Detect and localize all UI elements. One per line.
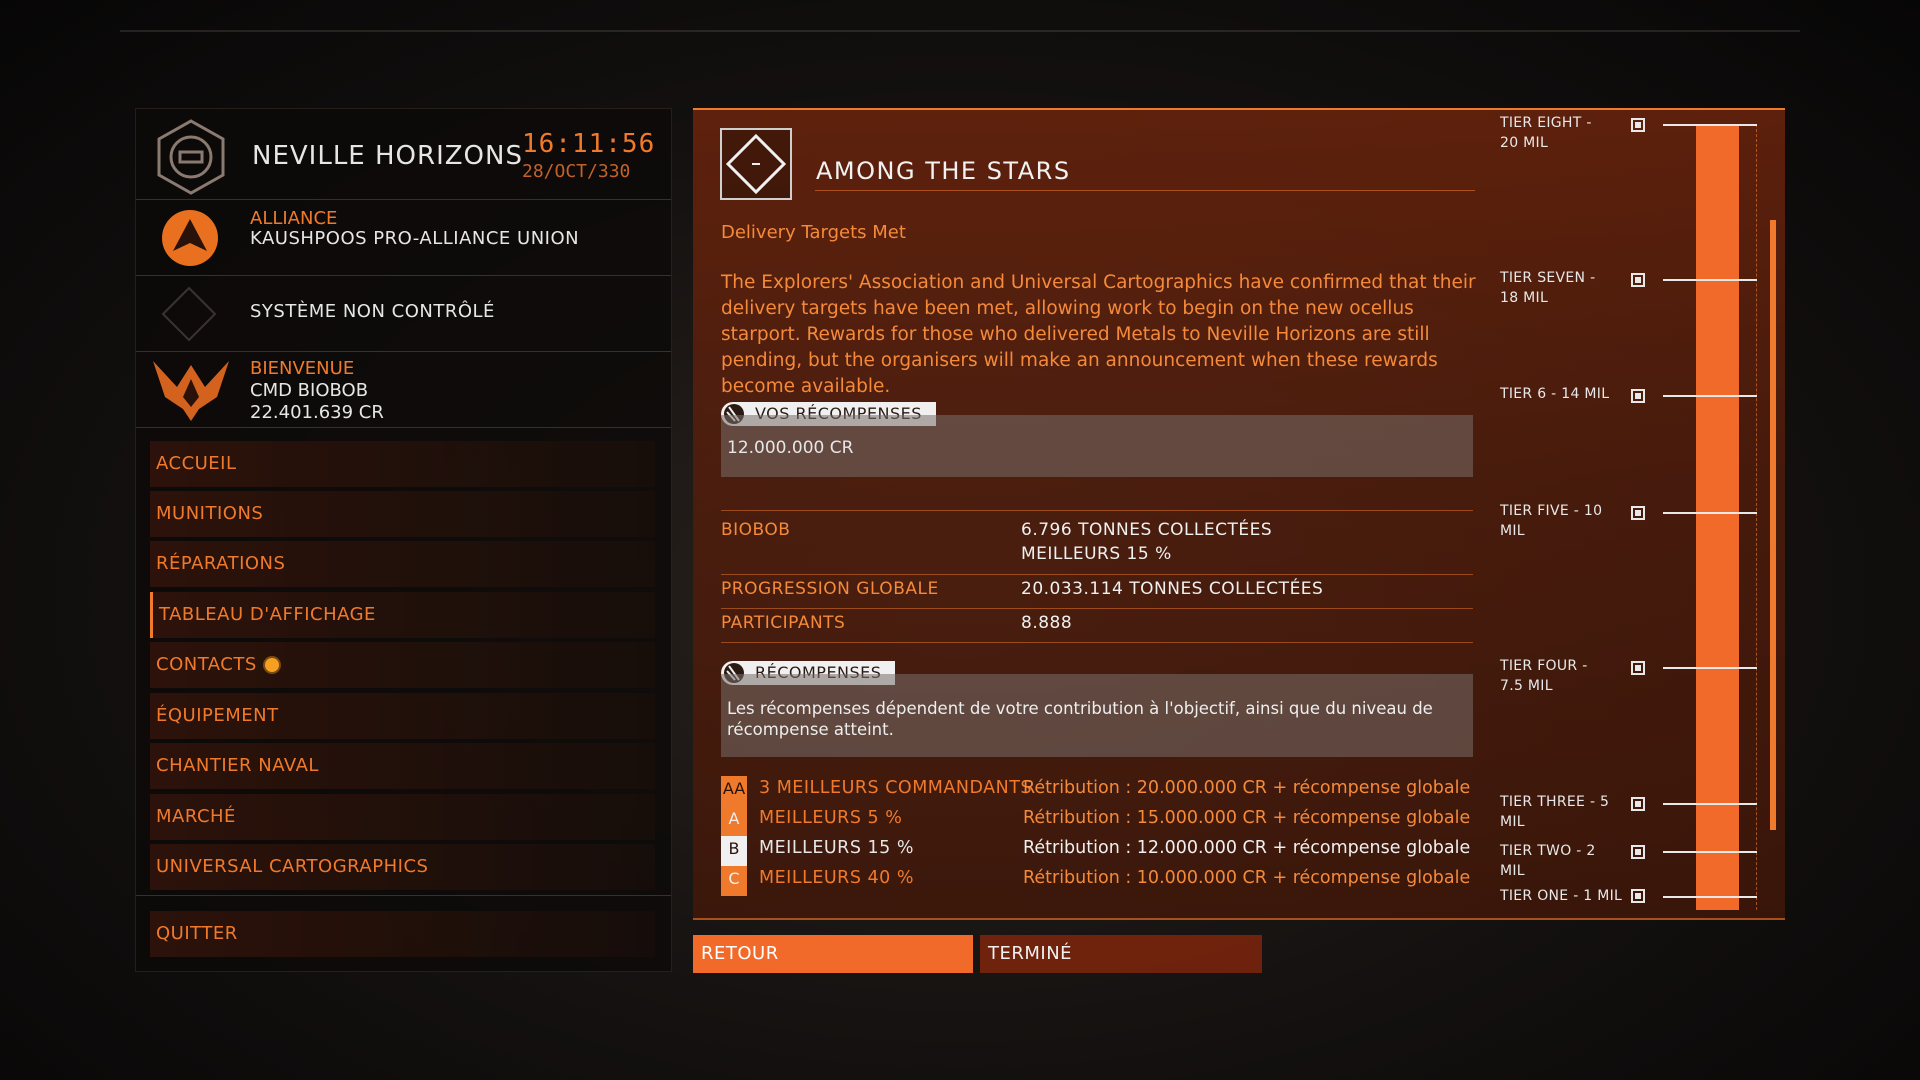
rank-label: MEILLEURS 40 % [759, 868, 914, 888]
stat-row-global: PROGRESSION GLOBALE 20.033.114 TONNES CO… [721, 576, 1473, 609]
tier-marker [1663, 279, 1757, 281]
menu-item-equipement[interactable]: ÉQUIPEMENT [150, 693, 655, 739]
tier-label: TIER FIVE - 10 MIL [1500, 503, 1603, 539]
mission-description: The Explorers' Association and Universal… [721, 272, 1476, 397]
rank-reward: Rétribution : 12.000.000 CR + récompense… [1023, 838, 1471, 858]
rank-reward: Rétribution : 10.000.000 CR + récompense… [1023, 868, 1471, 888]
menu-item-contacts[interactable]: CONTACTS [150, 642, 655, 688]
tier-reward-icon [1631, 273, 1645, 287]
rank-badge: A [721, 806, 747, 836]
stat-value: 6.796 TONNES COLLECTÉES [1021, 520, 1273, 540]
tier-marker [1663, 395, 1757, 397]
tier-reward-icon [1631, 889, 1645, 903]
date: 28/OCT/330 [522, 161, 631, 182]
tier-marker [1663, 896, 1757, 898]
title-underline [815, 190, 1475, 191]
reward-rank-row-current: B MEILLEURS 15 % Rétribution : 12.000.00… [721, 836, 1473, 866]
tier-scale-line [1756, 124, 1757, 910]
rank-reward: Rétribution : 15.000.000 CR + récompense… [1023, 808, 1471, 828]
stats-divider [721, 510, 1473, 511]
mission-subtitle: Delivery Targets Met [721, 222, 906, 243]
stat-value-rank: MEILLEURS 15 % [1021, 544, 1172, 564]
tier-marker [1663, 512, 1757, 514]
station-emblem-icon [157, 119, 225, 195]
tier-marker [1663, 803, 1757, 805]
mission-icon [720, 128, 792, 200]
tier-progress-bar [1696, 124, 1739, 910]
stat-row-participants: PARTICIPANTS 8.888 [721, 610, 1473, 643]
uncontrolled-system-icon [161, 286, 217, 342]
menu-item-munitions[interactable]: MUNITIONS [150, 491, 655, 537]
community-goal-panel: AMONG THE STARS Delivery Targets Met The… [693, 108, 1785, 920]
reward-rank-row: C MEILLEURS 40 % Rétribution : 10.000.00… [721, 866, 1473, 896]
tier-reward-icon [1631, 661, 1645, 675]
notification-icon [264, 658, 279, 672]
menu-item-tableau-affichage[interactable]: TABLEAU D'AFFICHAGE [150, 592, 655, 638]
mission-title: AMONG THE STARS [816, 157, 1071, 185]
menu-divider [136, 895, 671, 896]
reward-rank-row: AA 3 MEILLEURS COMMANDANTS Rétribution :… [721, 776, 1473, 806]
rank-badge: B [721, 836, 747, 866]
tier-marker [1663, 851, 1757, 853]
back-button[interactable]: RETOUR [693, 935, 973, 973]
faction-name: KAUSHPOOS PRO-ALLIANCE UNION [250, 228, 580, 249]
menu-item-marche[interactable]: MARCHÉ [150, 794, 655, 840]
tier-reward-icon [1631, 118, 1645, 132]
tier-reward-icon [1631, 797, 1645, 811]
tier-label: TIER TWO - 2 MIL [1500, 843, 1596, 879]
stat-label: PROGRESSION GLOBALE [721, 579, 939, 599]
tier-label: TIER THREE - 5 MIL [1500, 794, 1610, 830]
commander-row: BIENVENUE CMD BIOBOB 22.401.639 CR [136, 352, 671, 428]
tier-label: TIER SEVEN - 18 MIL [1500, 270, 1596, 306]
rank-label: MEILLEURS 15 % [759, 838, 914, 858]
panel-bottom-edge [693, 918, 1785, 920]
stat-label: PARTICIPANTS [721, 613, 846, 633]
rank-badge: AA [721, 776, 747, 806]
system-status-row: SYSTÈME NON CONTRÔLÉ [136, 276, 671, 352]
tier-reward-icon [1631, 845, 1645, 859]
tier-label: TIER EIGHT - 20 MIL [1500, 115, 1592, 151]
tier-marker [1663, 124, 1757, 126]
tier-label: TIER 6 - 14 MIL [1500, 386, 1610, 402]
stat-value: 20.033.114 TONNES COLLECTÉES [1021, 579, 1324, 599]
welcome-label: BIENVENUE [250, 358, 355, 379]
menu-item-label: CONTACTS [156, 654, 257, 675]
faction-row: ALLIANCE KAUSHPOOS PRO-ALLIANCE UNION [136, 200, 671, 276]
your-rewards-value: 12.000.000 CR [727, 438, 854, 458]
stat-label: BIOBOB [721, 520, 791, 540]
reward-rank-row: A MEILLEURS 5 % Rétribution : 15.000.000… [721, 806, 1473, 836]
menu-item-accueil[interactable]: ACCUEIL [150, 441, 655, 487]
station-header: NEVILLE HORIZONS 16:11:56 28/OCT/330 [136, 109, 671, 200]
stat-row-player: BIOBOB 6.796 TONNES COLLECTÉES MEILLEURS… [721, 518, 1473, 575]
elite-rank-icon [153, 361, 229, 421]
commander-name: CMD BIOBOB [250, 380, 369, 401]
tier-reward-icon [1631, 389, 1645, 403]
scrollbar[interactable] [1770, 220, 1776, 830]
tier-label: TIER ONE - 1 MIL [1500, 888, 1623, 904]
faction-type: ALLIANCE [250, 208, 338, 229]
cockpit-frame [120, 30, 1800, 92]
station-name: NEVILLE HORIZONS [252, 141, 523, 171]
tier-label: TIER FOUR - 7.5 MIL [1500, 658, 1588, 694]
system-status: SYSTÈME NON CONTRÔLÉ [250, 301, 495, 322]
menu-item-reparations[interactable]: RÉPARATIONS [150, 541, 655, 587]
rank-label: 3 MEILLEURS COMMANDANTS [759, 778, 1032, 798]
done-button[interactable]: TERMINÉ [980, 935, 1262, 973]
menu-item-chantier-naval[interactable]: CHANTIER NAVAL [150, 743, 655, 789]
stat-value: 8.888 [1021, 613, 1073, 633]
menu-item-quitter[interactable]: QUITTER [150, 911, 655, 957]
rank-badge: C [721, 866, 747, 896]
tier-marker [1663, 667, 1757, 669]
rewards-text: Les récompenses dépendent de votre contr… [727, 699, 1433, 739]
station-services-panel: NEVILLE HORIZONS 16:11:56 28/OCT/330 ALL… [135, 108, 672, 972]
tier-reward-icon [1631, 506, 1645, 520]
alliance-icon [162, 210, 218, 266]
clock: 16:11:56 [522, 129, 656, 159]
credits: 22.401.639 CR [250, 402, 384, 423]
rank-label: MEILLEURS 5 % [759, 808, 903, 828]
rank-reward: Rétribution : 20.000.000 CR + récompense… [1023, 778, 1471, 798]
menu-item-universal-cartographics[interactable]: UNIVERSAL CARTOGRAPHICS [150, 844, 655, 890]
